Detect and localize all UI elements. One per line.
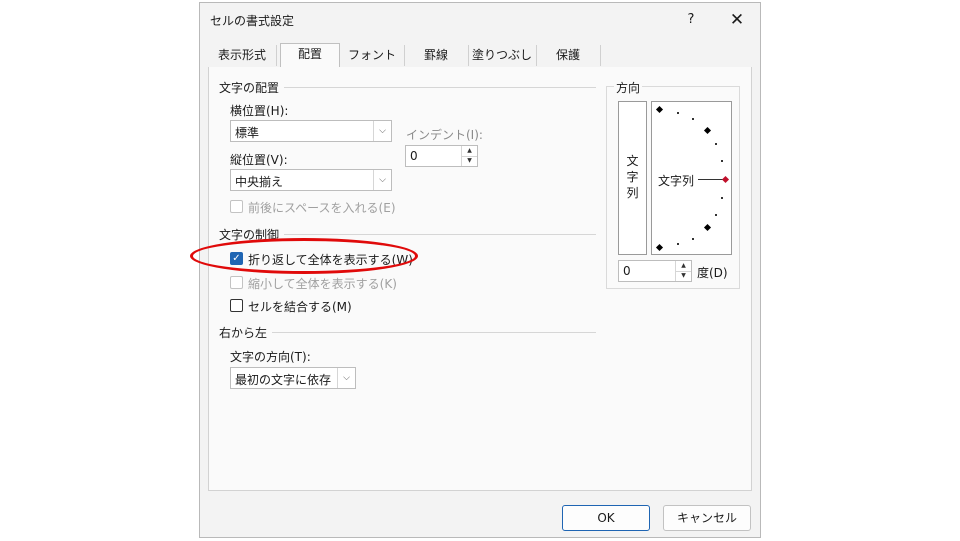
indent-value: 0 bbox=[410, 149, 418, 163]
vertical-label: 縦位置(V): bbox=[230, 153, 288, 167]
angle-dot bbox=[692, 238, 694, 240]
angle-marker-icon[interactable] bbox=[703, 223, 712, 232]
vertical-char: 文 bbox=[626, 154, 639, 168]
distributed-label: 前後にスペースを入れる(E) bbox=[248, 201, 396, 215]
indent-spinner[interactable]: 0 ▲ ▼ bbox=[405, 145, 478, 167]
cancel-button[interactable]: キャンセル bbox=[663, 505, 751, 531]
angle-dot bbox=[677, 112, 679, 114]
shrink-label: 縮小して全体を表示する(K) bbox=[248, 277, 397, 291]
angle-dot bbox=[715, 214, 717, 216]
ok-button[interactable]: OK bbox=[562, 505, 650, 531]
divider bbox=[272, 332, 596, 333]
horizontal-value: 標準 bbox=[235, 126, 260, 140]
orientation-text: 文字列 bbox=[658, 174, 695, 188]
spin-down-icon[interactable]: ▼ bbox=[676, 271, 691, 281]
angle-marker-icon[interactable] bbox=[703, 126, 712, 135]
angle-dot bbox=[715, 143, 717, 145]
shrink-checkbox[interactable] bbox=[230, 276, 243, 289]
horizontal-select[interactable]: 標準 ⌵ bbox=[230, 120, 392, 142]
text-alignment-group-label: 文字の配置 bbox=[219, 81, 280, 95]
tab-strip: 表示形式 配置 フォント 罫線 塗りつぶし 保護 bbox=[208, 43, 752, 68]
distributed-checkbox[interactable] bbox=[230, 200, 243, 213]
tab-number[interactable]: 表示形式 bbox=[208, 45, 277, 66]
vertical-text-button[interactable]: 文 字 列 bbox=[618, 101, 647, 255]
chevron-down-icon: ⌵ bbox=[373, 121, 391, 141]
vertical-select[interactable]: 中央揃え ⌵ bbox=[230, 169, 392, 191]
degrees-value: 0 bbox=[623, 264, 631, 278]
title-bar: セルの書式設定 ? ✕ bbox=[200, 3, 760, 37]
angle-marker-selected-icon[interactable] bbox=[721, 175, 730, 184]
orientation-dial[interactable]: 文字列 bbox=[651, 101, 732, 255]
merge-cells-checkbox[interactable] bbox=[230, 299, 243, 312]
vertical-value: 中央揃え bbox=[235, 175, 284, 189]
chevron-down-icon: ⌵ bbox=[337, 368, 355, 388]
tab-fill[interactable]: 塗りつぶし bbox=[468, 45, 537, 66]
indent-label: インデント(I): bbox=[406, 128, 483, 142]
dialog-title: セルの書式設定 bbox=[210, 14, 295, 28]
rtl-group-label: 右から左 bbox=[219, 326, 268, 340]
divider bbox=[284, 234, 596, 235]
tab-border[interactable]: 罫線 bbox=[404, 45, 469, 66]
tab-alignment[interactable]: 配置 bbox=[280, 43, 340, 68]
angle-dot bbox=[692, 118, 694, 120]
horizontal-label: 横位置(H): bbox=[230, 104, 289, 118]
angle-dot bbox=[721, 197, 723, 199]
highlight-ellipse bbox=[190, 238, 418, 274]
direction-value: 最初の文字に依存 bbox=[235, 373, 332, 387]
vertical-char: 列 bbox=[626, 186, 639, 200]
direction-label: 文字の方向(T): bbox=[230, 350, 311, 364]
orientation-group-label: 方向 bbox=[614, 79, 643, 96]
angle-marker-icon[interactable] bbox=[655, 105, 664, 114]
divider bbox=[284, 87, 596, 88]
vertical-char: 字 bbox=[626, 170, 639, 184]
tab-font[interactable]: フォント bbox=[340, 45, 405, 66]
degrees-label: 度(D) bbox=[697, 266, 728, 280]
angle-dot bbox=[721, 160, 723, 162]
degrees-spinner[interactable]: 0 ▲ ▼ bbox=[618, 260, 692, 282]
close-icon[interactable]: ✕ bbox=[722, 9, 752, 31]
angle-marker-icon[interactable] bbox=[655, 243, 664, 252]
merge-cells-label: セルを結合する(M) bbox=[248, 300, 352, 314]
chevron-down-icon: ⌵ bbox=[373, 170, 391, 190]
tab-protection[interactable]: 保護 bbox=[536, 45, 601, 66]
spin-down-icon[interactable]: ▼ bbox=[462, 156, 477, 166]
direction-select[interactable]: 最初の文字に依存 ⌵ bbox=[230, 367, 356, 389]
angle-dot bbox=[677, 243, 679, 245]
help-button[interactable]: ? bbox=[676, 9, 706, 31]
